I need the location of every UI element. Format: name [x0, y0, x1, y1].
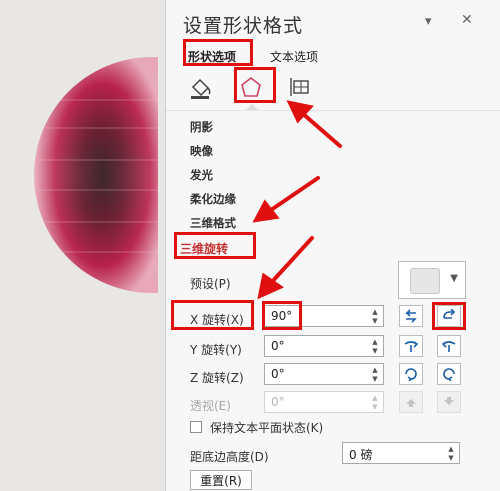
spin-down-icon: ▼	[372, 403, 378, 411]
size-properties-tab[interactable]	[286, 72, 316, 102]
category-3d-format[interactable]: 三维格式	[190, 215, 236, 231]
keep-text-flat-checkbox[interactable]	[190, 421, 202, 433]
z-rotate-cw-button[interactable]	[399, 363, 423, 385]
perspective-label: 透视(E)	[190, 399, 231, 413]
pane-options-dropdown-icon[interactable]: ▾	[425, 14, 432, 29]
format-shape-pane: 设置形状格式 ▾ ✕ 形状选项 文本选项 阴影 映像 发光 柔化边缘 三维格式 …	[165, 0, 500, 491]
pane-title: 设置形状格式	[183, 15, 304, 37]
perspective-decrease-button	[437, 391, 461, 413]
spin-up-icon[interactable]: ▲	[370, 338, 380, 346]
y-rotation-value: 0°	[271, 339, 285, 353]
highlight-shape-options-tab	[183, 39, 253, 66]
spin-up-icon[interactable]: ▲	[446, 445, 456, 453]
perspective-value: 0°	[271, 395, 285, 409]
rotate-left-icon	[405, 309, 417, 323]
spin-down-icon[interactable]: ▼	[370, 347, 380, 355]
divider	[166, 110, 500, 111]
preset-label: 预设(P)	[190, 277, 231, 291]
fill-line-tab[interactable]	[186, 72, 216, 102]
category-reflection[interactable]: 映像	[190, 143, 213, 159]
spin-down-icon[interactable]: ▼	[370, 317, 380, 325]
perspective-increase-button	[399, 391, 423, 413]
spin-up-icon[interactable]: ▲	[370, 366, 380, 374]
x-rotate-left-button[interactable]	[399, 305, 423, 327]
spin-up-icon: ▲	[372, 394, 378, 402]
arrow-up-icon	[406, 399, 416, 407]
paint-bucket-icon	[191, 78, 211, 99]
category-soft-edges[interactable]: 柔化边缘	[190, 191, 236, 207]
category-shadow[interactable]: 阴影	[190, 119, 213, 135]
highlight-x-rotation-label	[171, 300, 254, 330]
z-rotation-value: 0°	[271, 367, 285, 381]
highlight-3d-rotation	[174, 232, 256, 259]
y-rotation-input[interactable]: 0° ▲ ▼	[264, 335, 384, 357]
size-properties-icon	[290, 78, 309, 96]
y-rotate-up-button[interactable]	[437, 335, 461, 357]
rotate-counterclockwise-icon	[443, 368, 455, 381]
chevron-down-icon: ▼	[450, 273, 458, 284]
category-glow[interactable]: 发光	[190, 167, 213, 183]
distance-value: 0 磅	[349, 448, 373, 462]
rotated-sphere-shape[interactable]	[0, 0, 165, 491]
spin-down-icon[interactable]: ▼	[370, 375, 380, 383]
z-rotation-input[interactable]: 0° ▲ ▼	[264, 363, 384, 385]
slide-canvas	[0, 0, 165, 491]
preset-preview	[410, 268, 440, 294]
y-rotate-down-button[interactable]	[399, 335, 423, 357]
preset-dropdown[interactable]: ▼	[398, 261, 466, 299]
distance-from-ground-input[interactable]: 0 磅 ▲ ▼	[342, 442, 460, 464]
rotate-clockwise-icon	[405, 368, 417, 381]
highlight-effects-tab	[234, 67, 276, 103]
highlight-x-rotate-right-button	[432, 302, 466, 330]
rotate-up-icon	[441, 341, 456, 352]
spin-down-icon[interactable]: ▼	[446, 454, 456, 462]
distance-from-ground-label: 距底边高度(D)	[190, 450, 269, 464]
z-rotate-ccw-button[interactable]	[437, 363, 461, 385]
reset-button[interactable]: 重置(R)	[190, 470, 252, 490]
spin-up-icon[interactable]: ▲	[370, 308, 380, 316]
highlight-x-rotation-value	[262, 301, 302, 330]
z-rotation-label: Z 旋转(Z)	[190, 371, 244, 385]
tab-text-options[interactable]: 文本选项	[270, 48, 318, 65]
keep-text-flat-label[interactable]: 保持文本平面状态(K)	[210, 419, 323, 436]
close-icon[interactable]: ✕	[461, 12, 473, 28]
arrow-down-icon	[444, 397, 454, 405]
y-rotation-label: Y 旋转(Y)	[190, 343, 242, 357]
perspective-input: 0° ▲ ▼	[264, 391, 384, 413]
rotate-down-icon	[404, 341, 419, 352]
